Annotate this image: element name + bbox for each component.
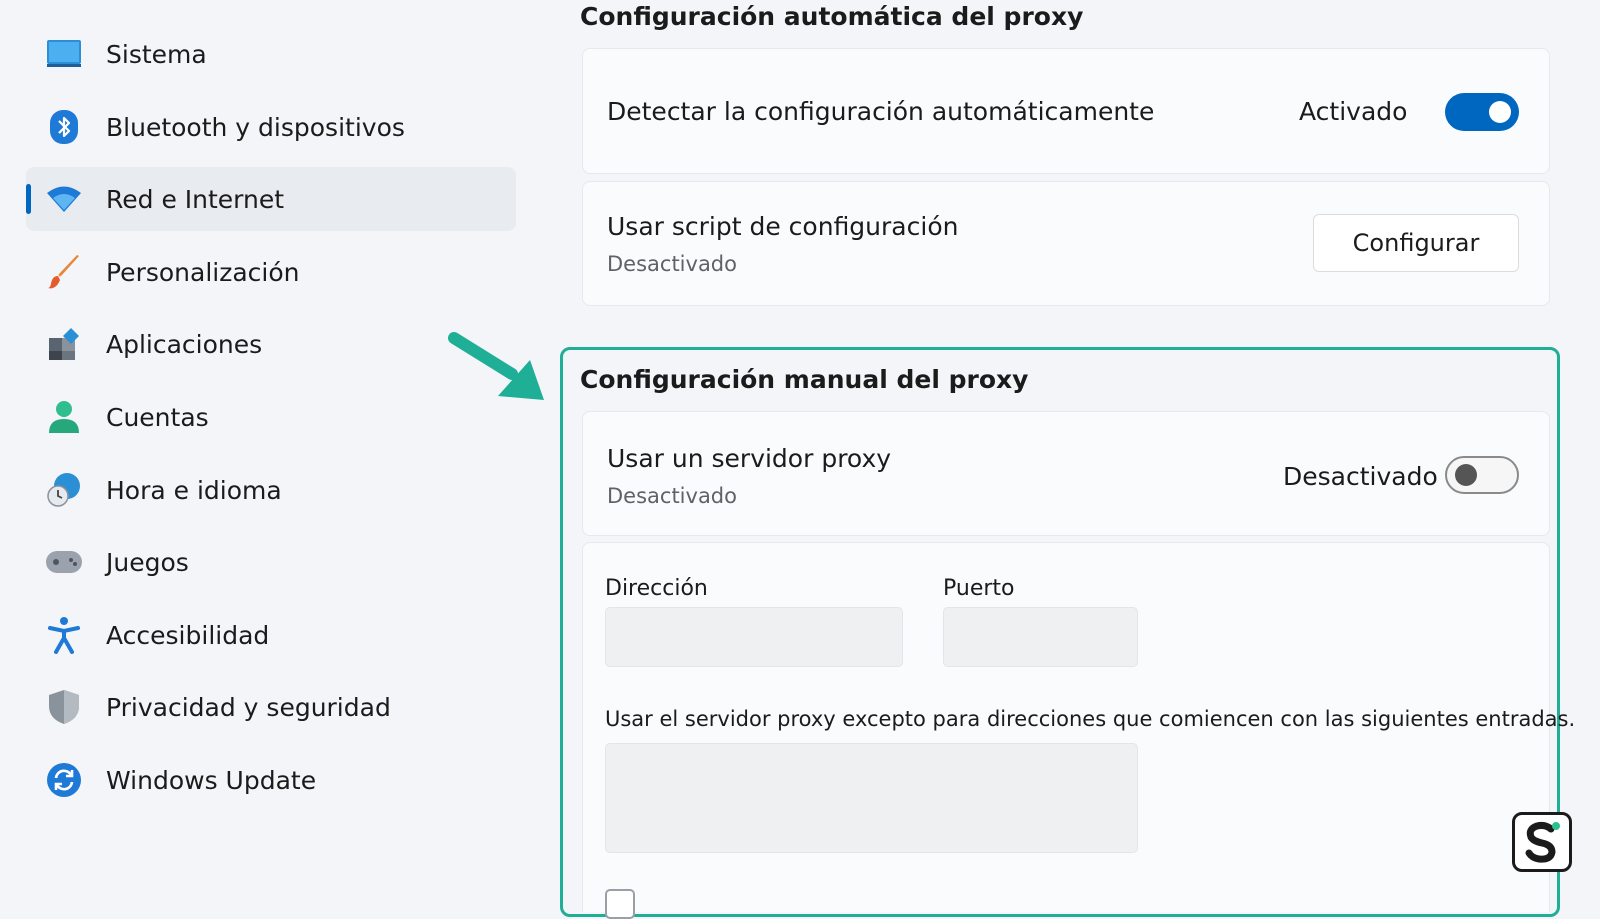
clock-globe-icon bbox=[44, 470, 84, 510]
section-title-manual-proxy: Configuración manual del proxy bbox=[580, 365, 1029, 394]
detect-settings-toggle[interactable] bbox=[1445, 93, 1519, 131]
setup-script-label: Usar script de configuración bbox=[607, 212, 959, 241]
wifi-icon bbox=[44, 179, 84, 219]
exceptions-textarea[interactable] bbox=[605, 743, 1138, 853]
brush-icon bbox=[44, 252, 84, 292]
s-logo-icon bbox=[1512, 812, 1572, 872]
person-icon bbox=[44, 397, 84, 437]
sidebar-item-sistema[interactable]: Sistema bbox=[26, 22, 516, 86]
sidebar-item-label: Windows Update bbox=[106, 765, 317, 795]
sidebar-item-personalizacion[interactable]: Personalización bbox=[26, 240, 516, 304]
sidebar-item-label: Red e Internet bbox=[106, 184, 285, 214]
exceptions-description: Usar el servidor proxy excepto para dire… bbox=[605, 707, 1576, 731]
monitor-icon bbox=[44, 34, 84, 74]
setup-script-status: Desactivado bbox=[607, 252, 737, 276]
gamepad-icon bbox=[44, 542, 84, 582]
sidebar-item-bluetooth[interactable]: Bluetooth y dispositivos bbox=[26, 95, 516, 159]
sidebar-item-label: Juegos bbox=[106, 547, 189, 577]
toggle-knob bbox=[1455, 464, 1477, 486]
sidebar-item-label: Sistema bbox=[106, 39, 207, 69]
sidebar-item-red-internet[interactable]: Red e Internet bbox=[26, 167, 516, 231]
use-proxy-label: Usar un servidor proxy bbox=[607, 444, 892, 473]
arrow-annotation-icon bbox=[448, 332, 544, 400]
local-addresses-checkbox[interactable] bbox=[605, 889, 635, 919]
use-proxy-toggle[interactable] bbox=[1445, 456, 1519, 494]
sidebar-item-cuentas[interactable]: Cuentas bbox=[26, 385, 516, 449]
detect-settings-state: Activado bbox=[1299, 97, 1408, 126]
sidebar-item-label: Accesibilidad bbox=[106, 620, 270, 650]
configure-script-button[interactable]: Configurar bbox=[1313, 214, 1519, 272]
address-label: Dirección bbox=[605, 576, 708, 601]
sidebar-item-accesibilidad[interactable]: Accesibilidad bbox=[26, 603, 516, 667]
sidebar-item-label: Aplicaciones bbox=[106, 329, 263, 359]
sidebar: Sistema Bluetooth y dispositivos Red e I… bbox=[0, 0, 530, 900]
bluetooth-icon bbox=[44, 107, 84, 147]
shield-icon bbox=[44, 687, 84, 727]
sidebar-item-label: Personalización bbox=[106, 257, 300, 287]
proxy-details-card: Dirección Puerto Usar el servidor proxy … bbox=[582, 542, 1575, 919]
apps-icon bbox=[44, 324, 84, 364]
sidebar-item-label: Privacidad y seguridad bbox=[106, 692, 391, 722]
update-icon bbox=[44, 760, 84, 800]
sidebar-item-label: Hora e idioma bbox=[106, 475, 282, 505]
accessibility-icon bbox=[44, 615, 84, 655]
sidebar-item-privacidad[interactable]: Privacidad y seguridad bbox=[26, 675, 516, 739]
toggle-knob bbox=[1489, 101, 1511, 123]
active-indicator bbox=[26, 184, 31, 214]
sidebar-item-hora-idioma[interactable]: Hora e idioma bbox=[26, 458, 516, 522]
address-input[interactable] bbox=[605, 607, 903, 667]
use-proxy-card: Usar un servidor proxy Desactivado Desac… bbox=[582, 411, 1550, 536]
use-proxy-status: Desactivado bbox=[607, 484, 737, 508]
section-title-auto-proxy: Configuración automática del proxy bbox=[580, 2, 1084, 31]
sidebar-item-juegos[interactable]: Juegos bbox=[26, 530, 516, 594]
sidebar-item-aplicaciones[interactable]: Aplicaciones bbox=[26, 312, 516, 376]
port-label: Puerto bbox=[943, 576, 1015, 601]
detect-settings-label: Detectar la configuración automáticament… bbox=[607, 97, 1155, 126]
sidebar-item-label: Cuentas bbox=[106, 402, 209, 432]
detect-settings-card: Detectar la configuración automáticament… bbox=[582, 48, 1550, 174]
sidebar-item-windows-update[interactable]: Windows Update bbox=[26, 748, 516, 812]
port-input[interactable] bbox=[943, 607, 1138, 667]
use-proxy-state: Desactivado bbox=[1283, 462, 1438, 491]
sidebar-item-label: Bluetooth y dispositivos bbox=[106, 112, 405, 142]
setup-script-card: Usar script de configuración Desactivado… bbox=[582, 181, 1550, 306]
